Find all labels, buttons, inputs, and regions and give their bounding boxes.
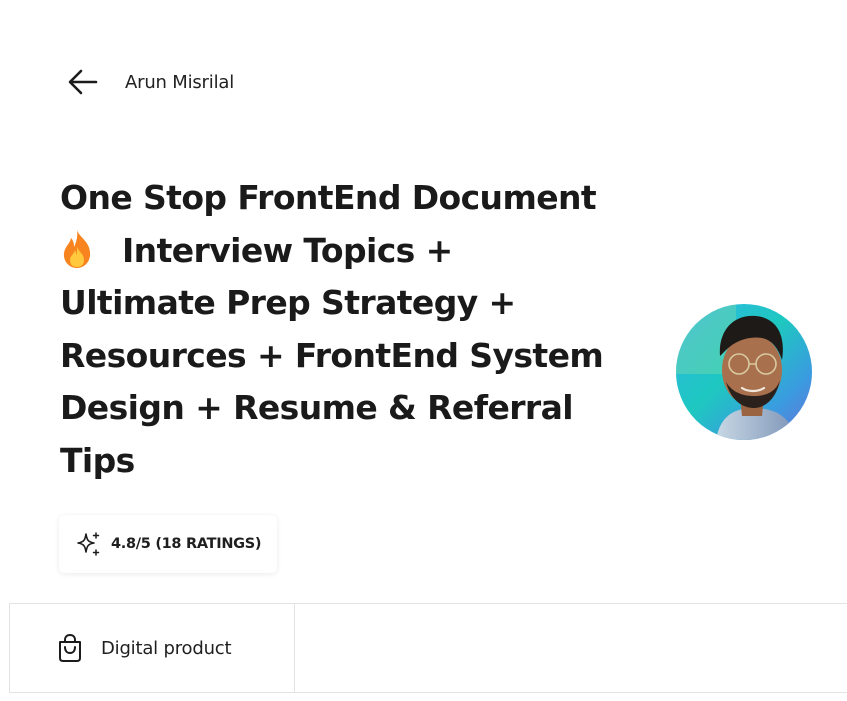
- title-line: Design + Resume & Referral: [60, 388, 574, 427]
- title-line: One Stop FrontEnd Document: [60, 178, 597, 217]
- shopping-bag-icon: [59, 633, 81, 662]
- back-button[interactable]: [66, 65, 100, 99]
- title-line: Interview Topics +: [60, 225, 635, 278]
- title-line: Ultimate Prep Strategy +: [60, 283, 516, 322]
- creator-name-link[interactable]: Arun Misrilal: [125, 72, 234, 93]
- title-line-text: Interview Topics +: [122, 230, 453, 270]
- rating-text: 4.8/5 (18 RATINGS): [111, 536, 262, 552]
- sparkles-icon: [77, 532, 100, 556]
- title-line: Tips: [60, 440, 135, 480]
- creator-avatar: [676, 304, 812, 440]
- rating-badge: 4.8/5 (18 RATINGS): [59, 515, 277, 573]
- fire-icon: [63, 229, 91, 268]
- product-title: One Stop FrontEnd Document Interview Top…: [60, 172, 635, 487]
- product-info-bar: Digital product: [9, 603, 847, 693]
- product-type-cell: Digital product: [10, 604, 295, 692]
- product-page: Arun Misrilal One Stop FrontEnd Document…: [0, 0, 847, 701]
- title-line: Resources + FrontEnd System: [60, 335, 604, 375]
- arrow-left-icon: [68, 69, 98, 95]
- product-type-label: Digital product: [101, 637, 232, 659]
- header-row: Arun Misrilal: [66, 62, 234, 102]
